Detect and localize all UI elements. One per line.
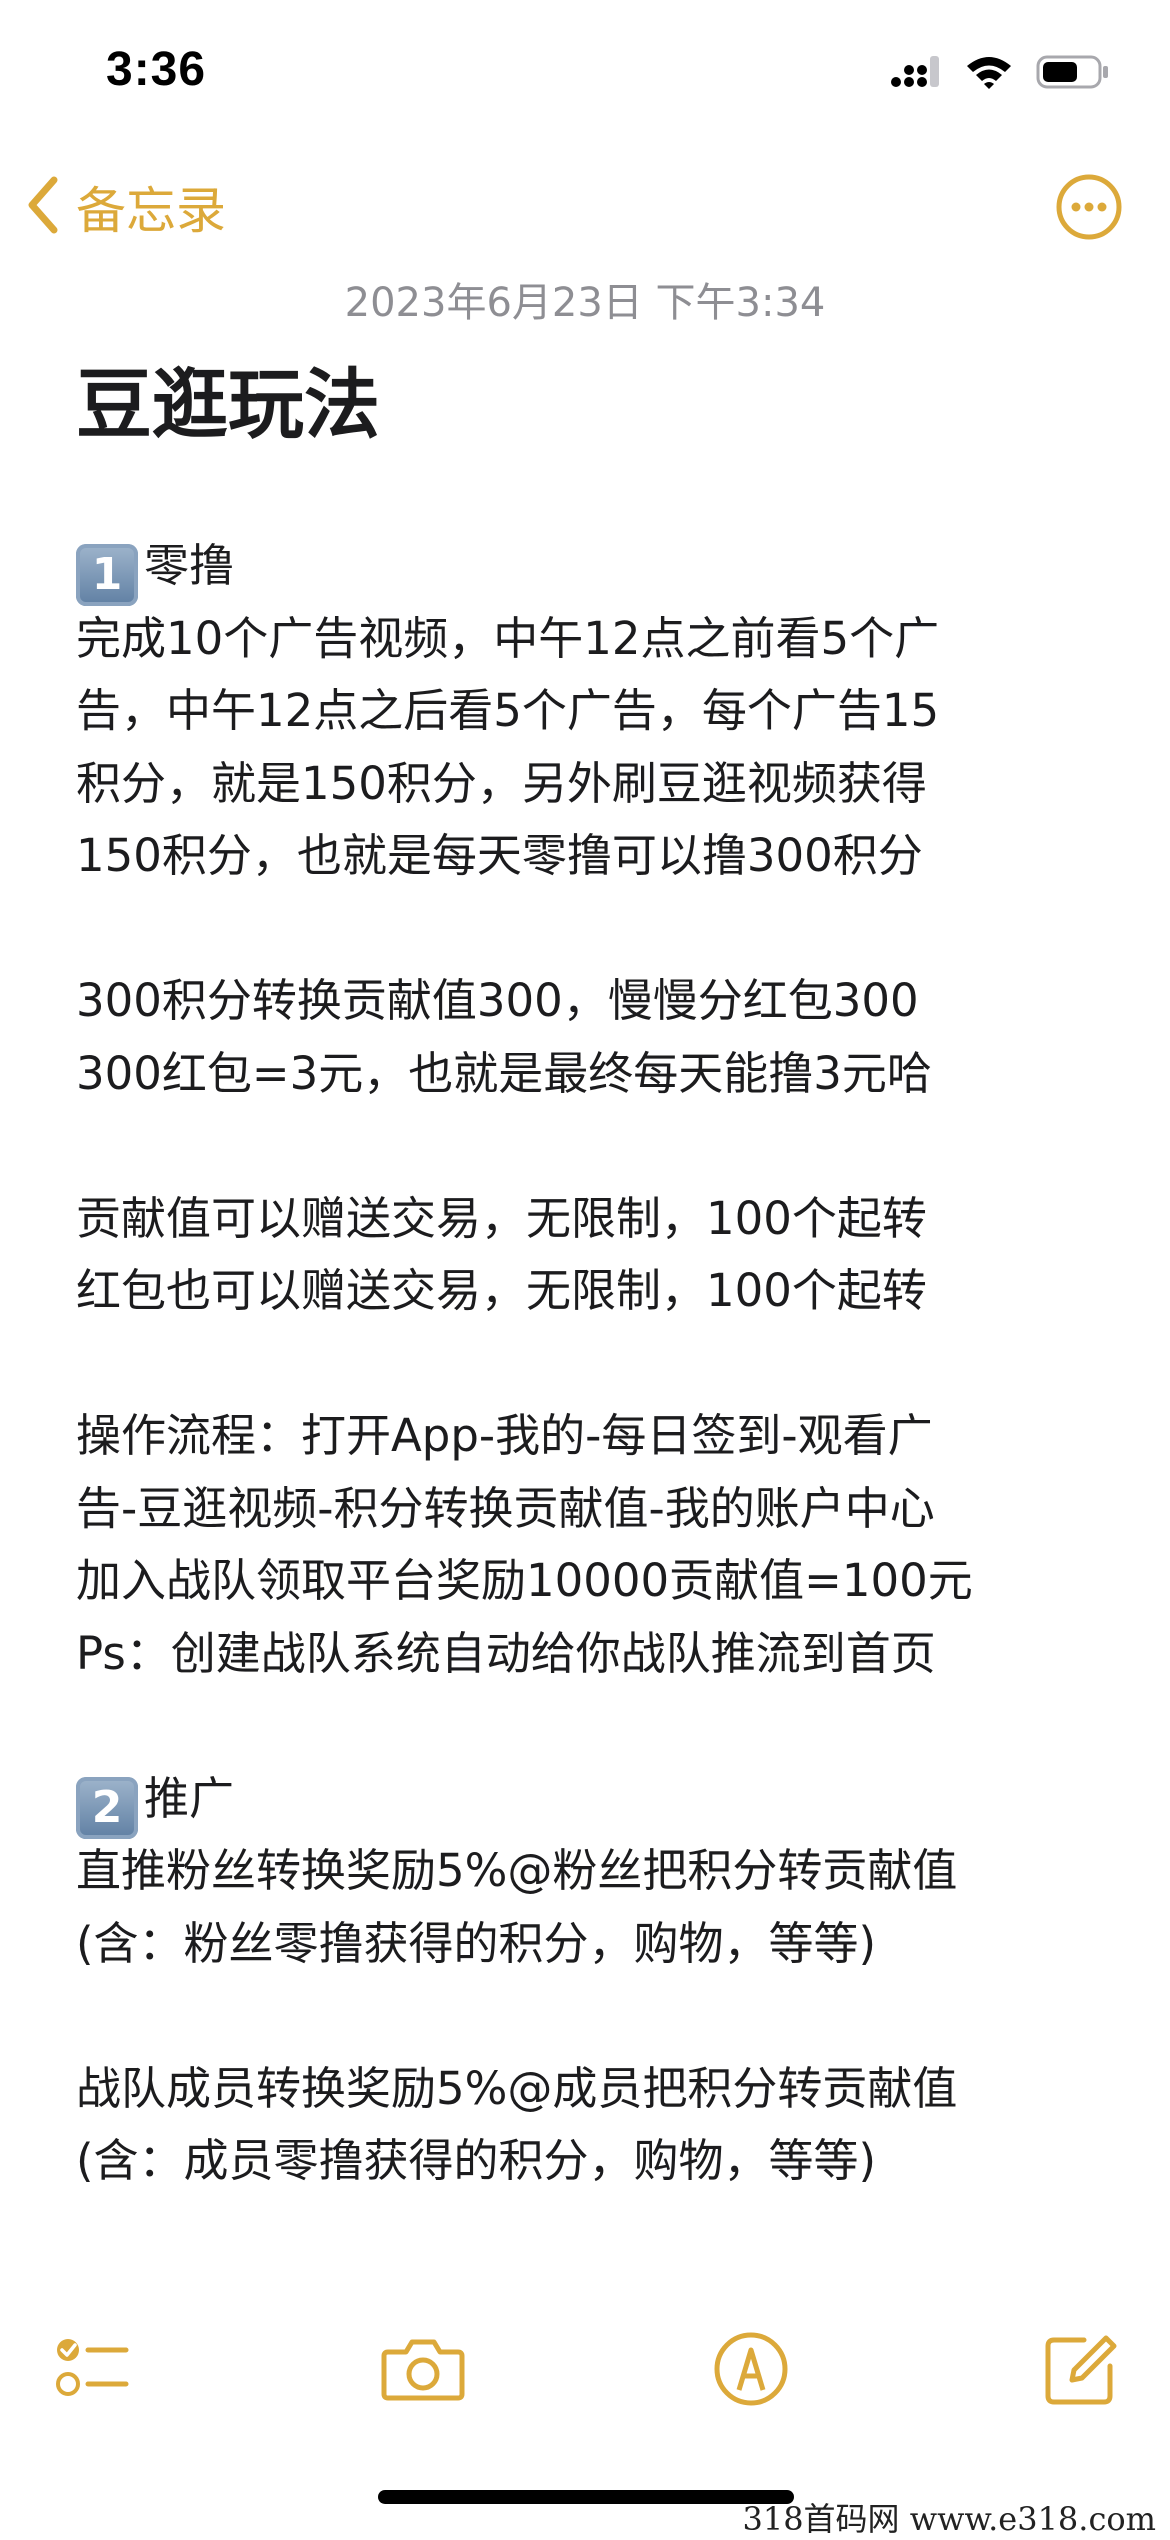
line-text: 直推粉丝转换奖励5%@粉丝把积分转贡献值: [76, 1844, 958, 1897]
number-keycap-icon: 2: [76, 1776, 138, 1839]
markup-pen-icon: [706, 2332, 796, 2418]
ellipsis-circle-icon: [1054, 174, 1124, 246]
back-label: 备忘录: [76, 182, 226, 240]
note-line: (含：成员零撸获得的积分，购物，等等): [76, 2125, 1116, 2198]
line-text: 积分，就是150积分，另外刷豆逛视频获得: [76, 756, 927, 810]
note-line: 积分，就是150积分，另外刷豆逛视频获得: [76, 748, 1116, 821]
battery-icon: [1036, 54, 1110, 90]
note-line: 完成10个广告视频，中午12点之前看5个广: [76, 603, 1116, 676]
status-time: 3:36: [106, 43, 207, 96]
more-options-button[interactable]: [1054, 172, 1124, 242]
chevron-left-icon: [24, 174, 62, 240]
note-body[interactable]: 豆逛玩法 1 零撸 完成10个广告视频，中午12点之前看5个广 告，中午12点之后看5…: [76, 350, 1116, 2198]
wifi-icon: [964, 54, 1014, 90]
note-line: Ps：创建战队系统自动给你战队推流到首页: [76, 1618, 1116, 1691]
checklist-button[interactable]: [46, 2324, 136, 2414]
line-text: 300红包=3元，也就是最终每天能撸3元哈: [76, 1046, 932, 1100]
line-text: 完成10个广告视频，中午12点之前看5个广: [76, 611, 940, 665]
camera-button[interactable]: [378, 2324, 468, 2414]
cellular-signal-icon: [890, 54, 942, 90]
line-text: Ps：创建战队系统自动给你战队推流到首页: [76, 1626, 936, 1680]
number-keycap-icon: 1: [76, 544, 138, 606]
line-text: 贡献值可以赠送交易，无限制，100个起转: [76, 1191, 927, 1245]
note-content[interactable]: 1 零撸 完成10个广告视频，中午12点之前看5个广 告，中午12点之后看5个广告，每…: [76, 530, 1116, 2198]
note-line: 战队成员转换奖励5%@成员把积分转贡献值: [76, 2053, 1116, 2126]
status-icons: [890, 54, 1110, 90]
note-line: 红包也可以赠送交易，无限制，100个起转: [76, 1255, 1116, 1328]
note-line: 直推粉丝转换奖励5%@粉丝把积分转贡献值: [76, 1835, 1116, 1908]
note-date: 2023年6月23日 下午3:34: [344, 280, 826, 326]
line-text: 告，中午12点之后看5个广告，每个广告15: [76, 684, 940, 737]
bottom-toolbar: [0, 2300, 1170, 2430]
camera-icon: [378, 2339, 468, 2418]
back-button[interactable]: 备忘录: [24, 172, 226, 242]
line-text: 150积分，也就是每天零撸可以撸300积分: [76, 829, 923, 882]
note-line: 告-豆逛视频-积分转换贡献值-我的账户中心: [76, 1473, 1116, 1546]
line-text: (含：成员零撸获得的积分，购物，等等): [76, 2134, 877, 2187]
line-text: 告-豆逛视频-积分转换贡献值-我的账户中心: [76, 1481, 935, 1535]
note-line: 150积分，也就是每天零撸可以撸300积分: [76, 820, 1116, 893]
note-line: 加入战队领取平台奖励10000贡献值=100元: [76, 1545, 1116, 1618]
note-line: (含：粉丝零撸获得的积分，购物，等等): [76, 1908, 1116, 1981]
status-bar: 3:36: [0, 0, 1170, 150]
line-text: 零撸: [144, 539, 235, 592]
line-text: 操作流程：打开App-我的-每日签到-观看广: [76, 1409, 933, 1462]
note-line: 300红包=3元，也就是最终每天能撸3元哈: [76, 1038, 1116, 1111]
line-text: 300积分转换贡献值300，慢慢分红包300: [76, 974, 919, 1027]
watermark: 318首码网 www.e318.com: [742, 2500, 1156, 2538]
checklist-icon: [46, 2339, 136, 2418]
note-line: 告，中午12点之后看5个广告，每个广告15: [76, 675, 1116, 748]
note-line: 操作流程：打开App-我的-每日签到-观看广: [76, 1400, 1116, 1473]
section-heading: 2 推广: [76, 1763, 1116, 1839]
compose-icon: [1036, 2335, 1126, 2418]
compose-button[interactable]: [1036, 2324, 1126, 2414]
line-text: 加入战队领取平台奖励10000贡献值=100元: [76, 1554, 973, 1607]
nav-bar: 备忘录: [0, 150, 1170, 270]
line-text: 红包也可以赠送交易，无限制，100个起转: [76, 1264, 927, 1317]
note-line: 300积分转换贡献值300，慢慢分红包300: [76, 965, 1116, 1038]
line-text: 推广: [144, 1771, 235, 1825]
line-text: 战队成员转换奖励5%@成员把积分转贡献值: [76, 2061, 958, 2115]
line-text: (含：粉丝零撸获得的积分，购物，等等): [76, 1916, 877, 1970]
note-line: 贡献值可以赠送交易，无限制，100个起转: [76, 1183, 1116, 1256]
home-indicator[interactable]: [378, 2490, 794, 2504]
note-title[interactable]: 豆逛玩法: [76, 350, 1116, 460]
markup-button[interactable]: [706, 2324, 796, 2414]
section-heading: 1 零撸: [76, 530, 1116, 606]
